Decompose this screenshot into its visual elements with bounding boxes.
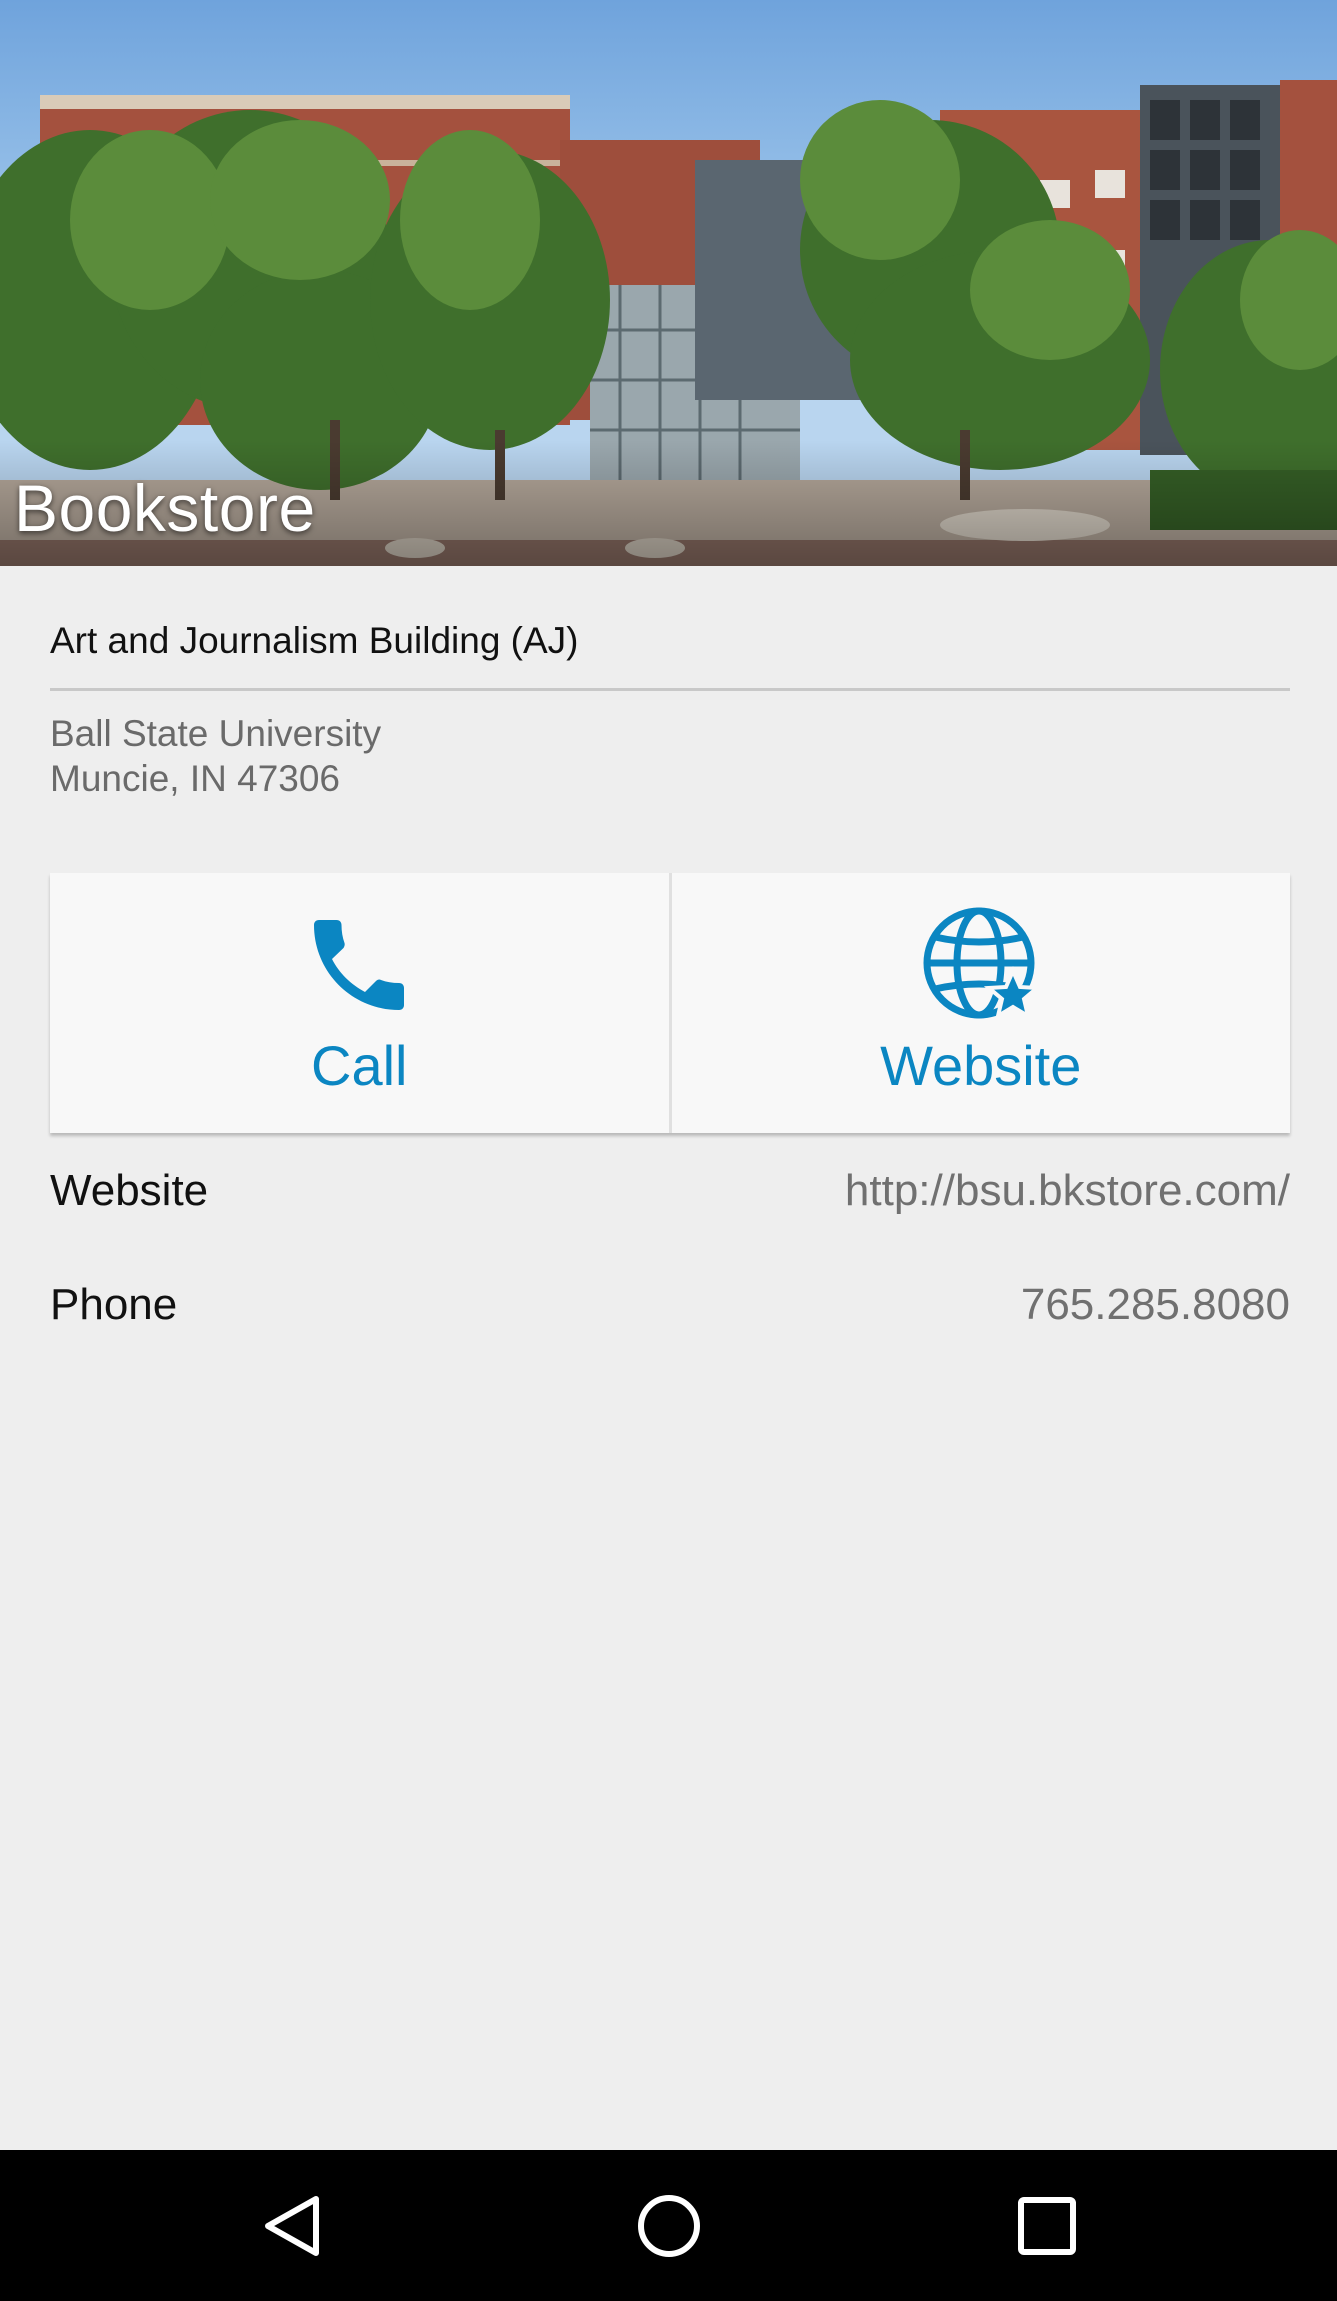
- recents-button[interactable]: [947, 2150, 1147, 2301]
- website-button-label: Website: [880, 1034, 1082, 1097]
- website-link[interactable]: http://bsu.bkstore.com/: [845, 1166, 1290, 1216]
- address-line-1: Ball State University: [50, 713, 382, 754]
- website-row[interactable]: Website http://bsu.bkstore.com/: [50, 1166, 1290, 1216]
- divider: [50, 688, 1290, 691]
- phone-key: Phone: [50, 1280, 178, 1329]
- header-photo: Bookstore: [0, 0, 1337, 566]
- back-button[interactable]: [193, 2150, 393, 2301]
- website-key: Website: [50, 1166, 209, 1215]
- system-nav-bar: [0, 2150, 1337, 2301]
- home-icon: [638, 2194, 700, 2257]
- recents-icon: [1018, 2196, 1076, 2255]
- call-button[interactable]: Call: [50, 873, 669, 1133]
- phone-row[interactable]: Phone 765.285.8080: [50, 1280, 1290, 1330]
- page-title: Bookstore: [14, 471, 316, 545]
- building-name: Art and Journalism Building (AJ): [50, 620, 579, 661]
- call-button-label: Call: [311, 1034, 408, 1097]
- phone-number[interactable]: 765.285.8080: [1021, 1280, 1290, 1330]
- action-card: Call Website: [50, 873, 1290, 1133]
- globe-star-icon: [923, 907, 1041, 1021]
- website-button[interactable]: Website: [668, 873, 1291, 1133]
- screen: Bookstore Art and Journalism Building (A…: [0, 0, 1337, 2301]
- back-icon: [265, 2195, 319, 2256]
- phone-icon: [314, 920, 405, 1010]
- address-line-2: Muncie, IN 47306: [50, 758, 341, 799]
- home-button[interactable]: [569, 2150, 769, 2301]
